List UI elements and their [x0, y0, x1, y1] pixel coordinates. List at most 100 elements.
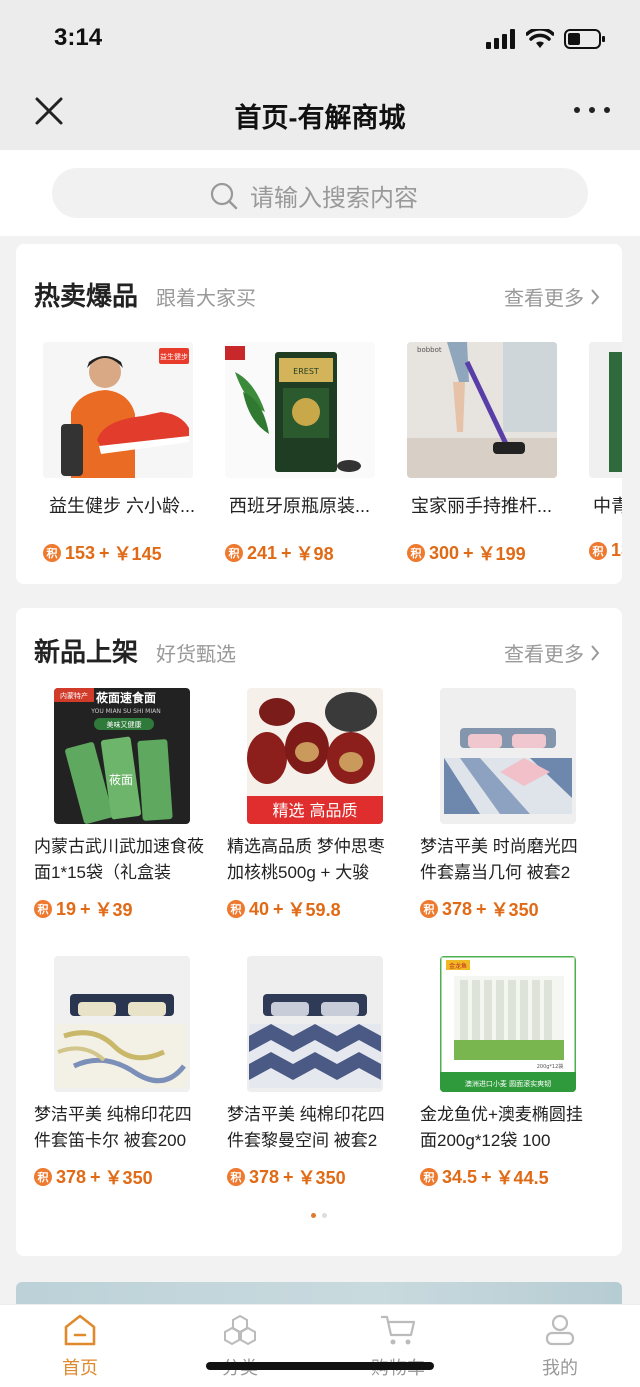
search-input[interactable]: 请输入搜索内容 [52, 168, 588, 218]
plus-sign: + [283, 1166, 294, 1187]
battery-icon [564, 29, 605, 49]
product-label: EREST [293, 367, 319, 376]
product-points: 300 [429, 542, 460, 563]
points-badge-icon: 积 [34, 1168, 52, 1186]
more-options-icon[interactable] [574, 102, 610, 118]
profile-icon [545, 1314, 575, 1346]
view-more-label: 查看更多 [504, 288, 584, 310]
bottom-tab-bar: 首页 分类 购物车 我的 [0, 1304, 640, 1387]
product-card[interactable]: 梦洁平美 纯棉印花四件套笛卡尔 被套200 积 378 + ￥350 [34, 956, 204, 1190]
points-badge-icon: 积 [225, 544, 243, 562]
home-indicator[interactable] [206, 1362, 434, 1370]
product-image [589, 342, 622, 478]
product-card[interactable]: 金龙鱼 200g*12袋 澳洲进口小麦 圆面滚实爽韧 金龙鱼优+澳麦椭圆挂面20… [420, 956, 590, 1190]
product-cash-price: ￥350 [297, 1168, 346, 1188]
view-more-label: 查看更多 [504, 644, 584, 666]
product-card[interactable]: 内蒙特产 莜面速食面 YOU MIAN SU SHI MIAN 美味又健康 莜面… [34, 688, 204, 922]
product-points: 13 [611, 540, 622, 560]
image-size: 200g*12袋 [537, 1063, 564, 1070]
image-slogan: 美味又健康 [107, 720, 142, 729]
points-badge-icon: 积 [227, 1168, 245, 1186]
plus-sign: + [80, 898, 91, 919]
nav-bar: 首页-有解商城 [0, 80, 640, 150]
plus-sign: + [99, 542, 110, 563]
plus-sign: + [463, 542, 474, 563]
product-card[interactable]: 梦洁平美 时尚磨光四件套嘉当几何 被套2 积 378 + ￥350 [420, 688, 590, 922]
product-image [247, 956, 383, 1092]
image-pack-label: 莜面 [109, 773, 133, 787]
image-brand: 金龙鱼 [449, 962, 467, 970]
view-more-link[interactable]: 查看更多 [504, 638, 600, 667]
status-bar: 3:14 [0, 0, 640, 80]
product-price: 积 34.5 + ￥44.5 [420, 1164, 590, 1190]
wifi-icon [526, 29, 554, 48]
product-image: 益生健步 [43, 342, 193, 478]
points-badge-icon: 积 [34, 900, 52, 918]
product-cash-price: ￥44.5 [495, 1168, 549, 1188]
product-cash-price: ￥59.8 [287, 900, 341, 920]
plus-sign: + [273, 898, 284, 919]
chevron-right-icon [591, 288, 600, 305]
tab-home[interactable]: 首页 [35, 1313, 125, 1380]
product-price: 积 19 + ￥39 [34, 896, 204, 922]
image-banner: 精选 高品质 [272, 801, 357, 820]
status-time: 3:14 [54, 24, 103, 51]
product-price: 积 40 + ￥59.8 [227, 896, 397, 922]
product-name: 益生健步 六小龄... [49, 496, 196, 516]
product-points: 378 [249, 1166, 280, 1187]
product-card[interactable]: 中青 积 13 [589, 342, 622, 561]
product-name: 内蒙古武川武加速食莜面1*15袋（礼盒装 [34, 837, 204, 882]
product-price: 积 241 + ￥98 [225, 540, 385, 566]
image-title: 莜面速食面 [96, 690, 156, 705]
product-image: EREST [225, 342, 375, 478]
product-cash-price: ￥98 [295, 544, 334, 564]
tab-label: 首页 [62, 1358, 98, 1378]
points-badge-icon: 积 [43, 544, 61, 562]
plus-sign: + [476, 898, 487, 919]
product-points: 153 [65, 542, 96, 563]
tab-profile[interactable]: 我的 [515, 1313, 605, 1380]
product-card[interactable]: bobbot 宝家丽手持推杆... 积 300 + ￥199 [407, 342, 567, 566]
product-price: 积 300 + ￥199 [407, 540, 567, 566]
points-badge-icon: 积 [420, 1168, 438, 1186]
hot-products-carousel[interactable]: 益生健步 益生健步 六小龄... 积 153 + ￥145 EREST 西班牙原… [43, 342, 622, 582]
search-section: 请输入搜索内容 [0, 150, 640, 236]
search-icon [210, 182, 238, 209]
product-image: 内蒙特产 莜面速食面 YOU MIAN SU SHI MIAN 美味又健康 莜面 [54, 688, 190, 824]
product-name: 梦洁平美 时尚磨光四件套嘉当几何 被套2 [420, 837, 578, 882]
signal-icon [486, 29, 515, 49]
product-image: 精选 高品质 [247, 688, 383, 824]
product-price: 积 378 + ￥350 [420, 896, 590, 922]
product-image [54, 956, 190, 1092]
points-badge-icon: 积 [589, 541, 607, 560]
product-card[interactable]: EREST 西班牙原瓶原装... 积 241 + ￥98 [225, 342, 385, 566]
product-price: 积 378 + ￥350 [227, 1164, 397, 1190]
plus-sign: + [90, 1166, 101, 1187]
brand-logo: bobbot [417, 346, 442, 354]
cart-icon [381, 1315, 416, 1345]
product-card[interactable]: 精选 高品质 精选高品质 梦仲思枣加核桃500g + 大骏 积 40 + ￥59… [227, 688, 397, 922]
product-points: 34.5 [442, 1166, 478, 1187]
product-card[interactable]: 益生健步 益生健步 六小龄... 积 153 + ￥145 [43, 342, 203, 566]
section-subtitle: 好货甄选 [156, 644, 236, 666]
product-name: 金龙鱼优+澳麦椭圆挂面200g*12袋 100 [420, 1105, 583, 1150]
product-name: 梦洁平美 纯棉印花四件套黎曼空间 被套2 [227, 1105, 385, 1150]
section-title: 新品上架 [34, 637, 139, 667]
product-points: 378 [56, 1166, 87, 1187]
product-image: bobbot [407, 342, 557, 478]
search-placeholder: 请输入搜索内容 [250, 185, 418, 212]
product-image: 金龙鱼 200g*12袋 澳洲进口小麦 圆面滚实爽韧 [440, 956, 576, 1092]
status-icons [486, 28, 606, 50]
page-title: 首页-有解商城 [234, 103, 406, 133]
image-subtitle: YOU MIAN SU SHI MIAN [90, 708, 160, 715]
product-name: 宝家丽手持推杆... [411, 496, 553, 516]
view-more-link[interactable]: 查看更多 [504, 282, 600, 311]
product-card[interactable]: 梦洁平美 纯棉印花四件套黎曼空间 被套2 积 378 + ￥350 [227, 956, 397, 1190]
home-icon [64, 1314, 96, 1346]
product-image [440, 688, 576, 824]
product-points: 241 [247, 542, 278, 563]
product-price: 积 378 + ￥350 [34, 1164, 204, 1190]
new-products-grid: 内蒙特产 莜面速食面 YOU MIAN SU SHI MIAN 美味又健康 莜面… [34, 688, 614, 1188]
new-products-section: 新品上架 好货甄选 查看更多 内蒙特产 莜面速食面 YOU MIAN SU SH… [16, 608, 622, 1256]
plus-sign: + [481, 1166, 492, 1187]
